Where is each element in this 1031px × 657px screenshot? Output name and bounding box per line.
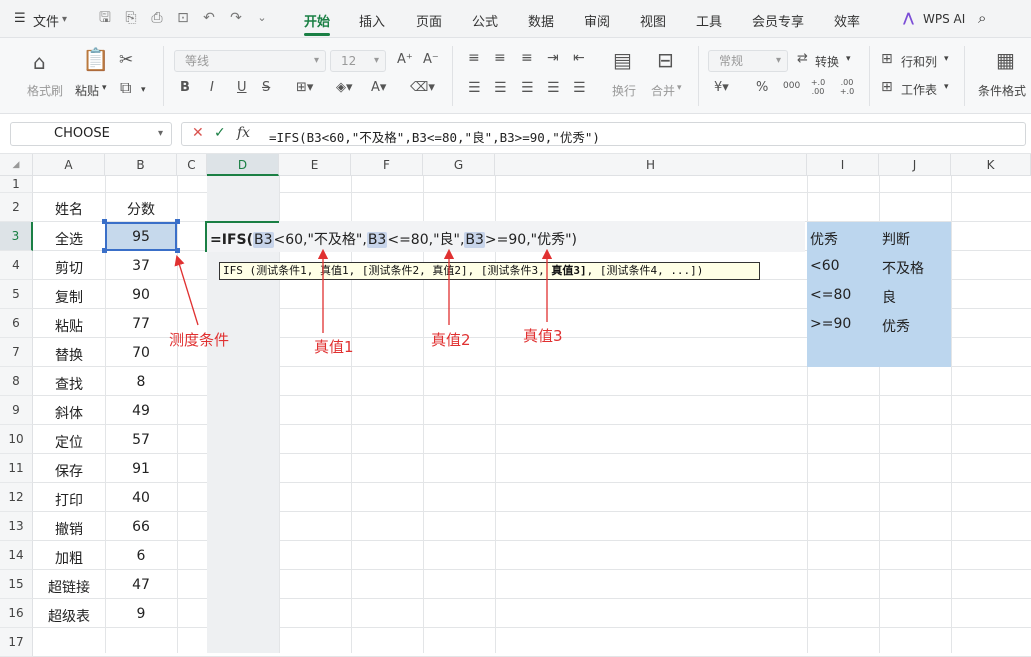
- annotation-condition: 测度条件: [169, 331, 230, 349]
- annotation-true1: 真值1: [314, 338, 354, 356]
- annotation-arrows: [174, 248, 553, 333]
- arrow-condition: [174, 255, 199, 326]
- annotation-true3: 真值3: [523, 327, 563, 345]
- annotation-true2: 真值2: [431, 331, 471, 349]
